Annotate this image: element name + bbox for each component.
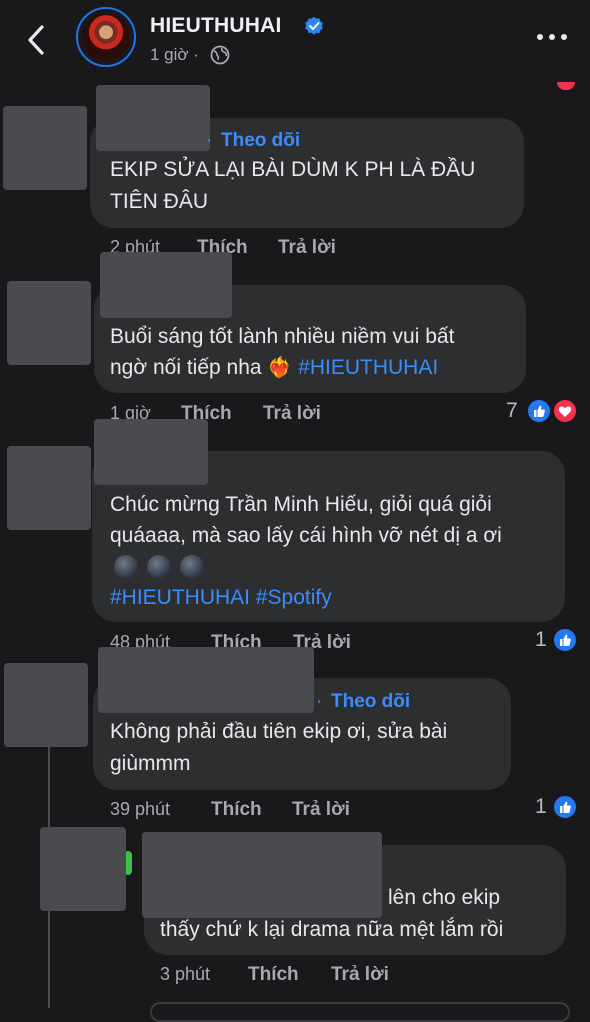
redacted-avatar xyxy=(7,281,91,365)
moon-face-emoji xyxy=(147,555,171,579)
verified-badge-icon xyxy=(305,16,323,35)
like-reaction-icon xyxy=(526,398,552,424)
back-chevron-icon[interactable] xyxy=(22,22,52,58)
comment-input-box[interactable] xyxy=(150,1002,570,1022)
redacted-name xyxy=(100,252,232,318)
follow-button[interactable]: Theo dõi xyxy=(221,130,300,152)
story-ring[interactable] xyxy=(76,7,136,67)
redacted-name xyxy=(94,419,208,485)
heart-reaction-icon xyxy=(552,398,578,424)
comment-time: 3 phút xyxy=(160,964,211,984)
reply-button[interactable]: Trả lời xyxy=(278,237,336,259)
like-reaction-icon xyxy=(552,627,578,653)
redacted-avatar xyxy=(3,106,87,190)
follow-button[interactable]: Theo dõi xyxy=(331,691,410,713)
comment-text: quáaaa, mà sao lấy cái hình vỡ nét dị a … xyxy=(110,524,502,547)
reply-button[interactable]: Trả lời xyxy=(292,799,350,821)
redacted-name xyxy=(98,647,314,713)
globe-icon xyxy=(210,45,230,65)
comment-text: EKIP SỬA LẠI BÀI DÙM K PH LÀ ĐẦU xyxy=(110,158,476,181)
reaction-count[interactable]: 7 xyxy=(506,399,518,423)
post-header: HIEUTHUHAI 1 giờ · xyxy=(0,0,590,86)
like-button[interactable]: Thích xyxy=(248,964,299,986)
comment-time: 39 phút xyxy=(110,799,171,819)
separator-dot: · xyxy=(206,130,213,151)
separator-dot: · xyxy=(316,691,323,712)
page-name[interactable]: HIEUTHUHAI xyxy=(150,14,282,38)
like-button[interactable]: Thích xyxy=(211,799,262,821)
like-reaction-icon xyxy=(552,794,578,820)
redacted-avatar xyxy=(7,446,91,530)
reaction-count[interactable]: 1 xyxy=(535,628,547,652)
hashtag-links[interactable]: #HIEUTHUHAI #Spotify xyxy=(110,582,332,614)
redacted-avatar xyxy=(4,663,88,747)
comment-text: Buổi sáng tốt lành nhiều niềm vui bất xyxy=(110,325,455,348)
reply-button[interactable]: Trả lời xyxy=(331,964,389,986)
comment-text: Không phải đầu tiên ekip ơi, sửa bài xyxy=(110,720,448,743)
reaction-count[interactable]: 1 xyxy=(535,795,547,819)
fire-heart-emoji: ❤️‍🔥 xyxy=(267,357,293,379)
comment-text: lên cho ekip xyxy=(388,886,501,909)
redacted-avatar xyxy=(40,827,126,911)
avatar xyxy=(82,13,130,61)
moon-face-emoji xyxy=(114,555,138,579)
comment-text: Chúc mừng Trần Minh Hiếu, giỏi quá giỏi xyxy=(110,493,492,516)
hashtag-link[interactable]: #HIEUTHUHAI xyxy=(298,356,438,379)
moon-face-emoji xyxy=(180,555,204,579)
redacted-name xyxy=(96,85,210,151)
reply-button[interactable]: Trả lời xyxy=(263,403,321,425)
redacted-name xyxy=(142,832,382,918)
comment-text: TIÊN ĐÂU xyxy=(110,190,209,213)
comment-text: thấy chứ k lại drama nữa mệt lắm rồi xyxy=(160,918,504,941)
reaction-peek-icon xyxy=(557,82,575,90)
comment-text: giùmmm xyxy=(110,752,191,775)
post-timestamp: 1 giờ · xyxy=(150,45,199,64)
comment-text: ngờ nối tiếp nha ❤️‍🔥 #HIEUTHUHAI xyxy=(110,356,439,379)
more-options-icon[interactable] xyxy=(535,27,569,47)
